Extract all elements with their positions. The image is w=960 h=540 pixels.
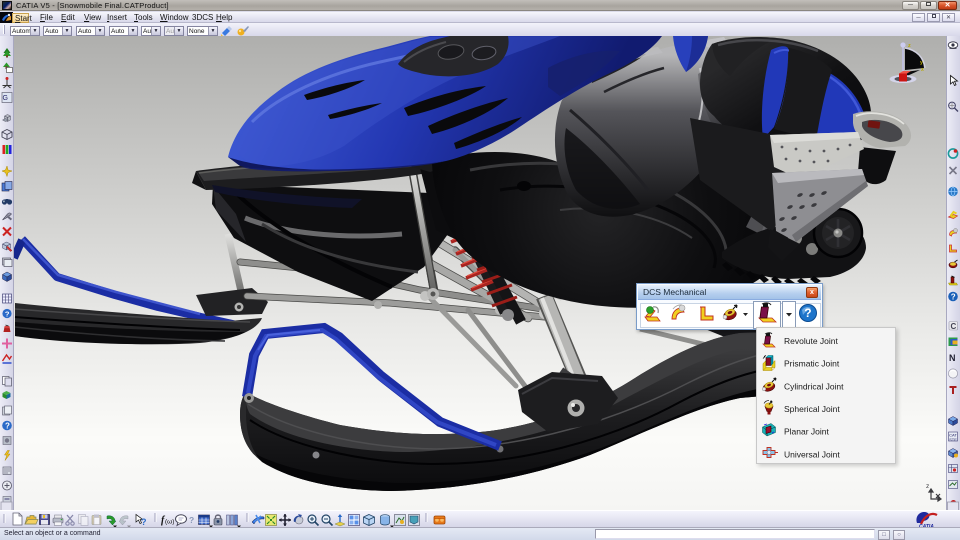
svg-text:z: z [926, 483, 929, 490]
svg-text:?: ? [804, 306, 811, 320]
svg-text:x: x [921, 67, 924, 73]
svg-text:?: ? [5, 422, 10, 431]
svg-text:Universal Joint: Universal Joint [784, 449, 840, 459]
svg-text:z: z [908, 43, 911, 49]
svg-text:C: C [951, 322, 957, 331]
svg-text:?: ? [141, 517, 147, 527]
svg-text:N: N [949, 353, 956, 363]
svg-text:?: ? [951, 293, 956, 302]
svg-text:y: y [920, 60, 923, 66]
svg-text:?: ? [5, 310, 10, 319]
svg-text:Prismatic Joint: Prismatic Joint [784, 359, 840, 369]
svg-text:?: ? [189, 515, 194, 525]
svg-text:Cylindrical Joint: Cylindrical Joint [784, 381, 844, 391]
svg-text:G: G [3, 95, 8, 102]
svg-text:Spherical Joint: Spherical Joint [784, 404, 840, 414]
svg-text:(ω): (ω) [165, 519, 174, 526]
svg-text:STE: STE [949, 437, 957, 442]
svg-text:Planar Joint: Planar Joint [784, 427, 830, 437]
svg-text:Revolute Joint: Revolute Joint [784, 336, 839, 346]
